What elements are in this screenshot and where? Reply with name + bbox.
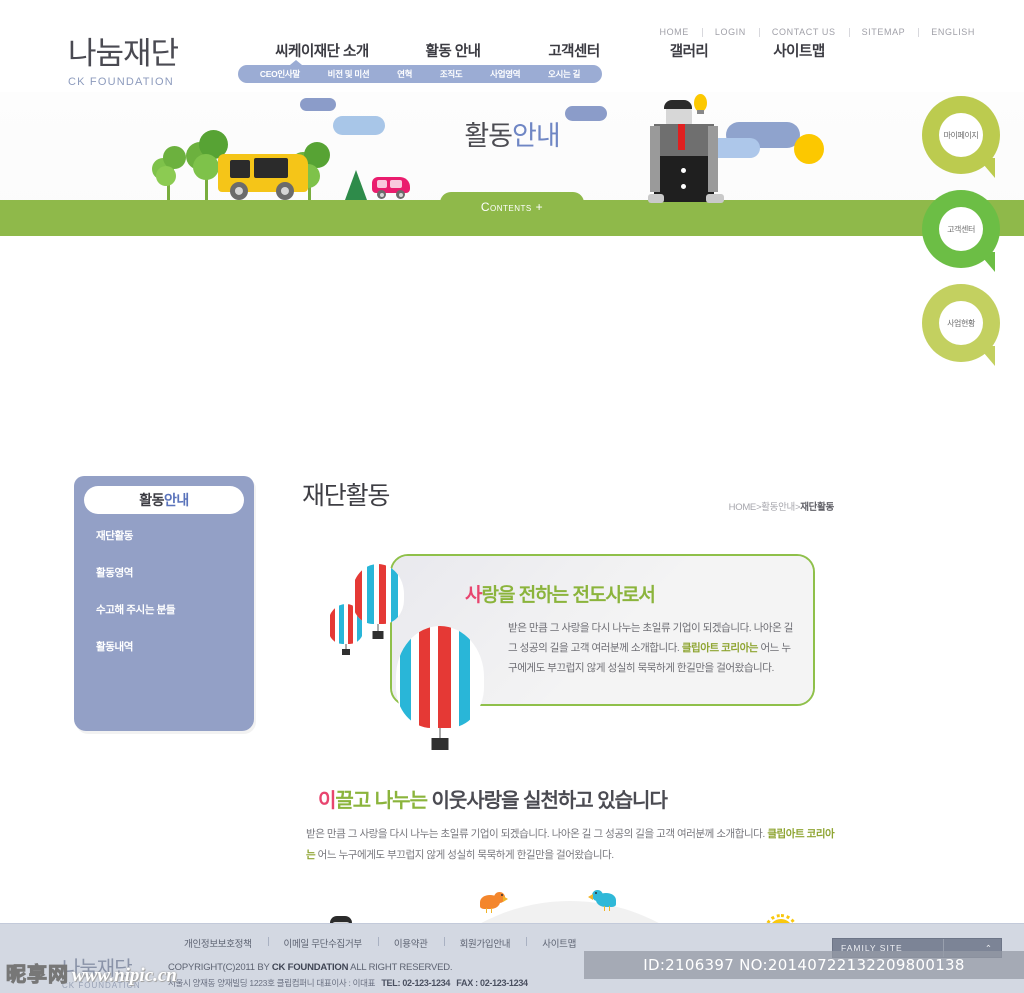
logo-subtitle: CK FOUNDATION	[68, 76, 174, 88]
submenu-bar: CEO인사말 비전 및 미션 연혁 조직도 사업영역 오시는 길	[238, 60, 602, 83]
bird-icon-blue	[588, 890, 618, 911]
site-logo[interactable]: 나눔재단 CK FOUNDATION	[68, 28, 179, 88]
submenu-item-business[interactable]: 사업영역	[490, 68, 520, 80]
copyright-brand: CK FOUNDATION	[271, 962, 349, 973]
quick-link-customer-center[interactable]: 고객센터	[922, 190, 1000, 272]
footer-link-sitemap[interactable]: 사이트맵	[526, 936, 592, 950]
banner-title-blue: 안내	[512, 121, 561, 151]
bubble-tail	[978, 252, 995, 272]
breadcrumb: HOME>활동안내>재단활동	[728, 499, 835, 513]
quick-link-business-status-label: 사업현황	[939, 301, 983, 345]
watermark-url: www.nipic.cn	[72, 965, 177, 986]
page-banner: 활동안내 Contents +	[0, 92, 1024, 222]
footer-link-terms[interactable]: 이용약관	[377, 936, 444, 950]
page-root: 나눔재단 CK FOUNDATION HOME LOGIN CONTACT US…	[0, 0, 1024, 993]
watermark-cn-text: 昵享网	[6, 962, 69, 987]
nav-item-activities[interactable]: 활동 안내	[392, 40, 514, 61]
section2-body-text: 받은 만큼 그 사랑을 다시 나누는 초일류 기업이 되겠습니다. 나아온 길 …	[306, 824, 838, 866]
sidebar-item-activity-area[interactable]: 활동영역	[96, 565, 254, 580]
sidebar-title-dark: 활동	[139, 492, 164, 508]
address-text: 서울시 양재동 양재빌딩 1223호 클립컴퍼니 대표이사 : 이대표	[168, 978, 376, 988]
util-link-home[interactable]: HOME	[646, 27, 701, 37]
nav-item-customer-center[interactable]: 고객센터	[514, 40, 634, 61]
card-heading-rest: 랑을 전하는 전도사로서	[481, 585, 655, 606]
sidebar-title-blue: 안내	[164, 492, 189, 508]
card-body-text: 받은 만큼 그 사랑을 다시 나누는 초일류 기업이 되겠습니다. 나아온 길 …	[508, 618, 798, 678]
util-link-login[interactable]: LOGIN	[701, 27, 759, 37]
banner-title-dark: 활동	[464, 121, 513, 151]
sidebar-title: 활동 안내	[84, 486, 244, 514]
footer-link-privacy[interactable]: 개인정보보호정책	[168, 936, 268, 950]
quick-link-customer-center-label: 고객센터	[939, 207, 983, 251]
contents-tab-button[interactable]: Contents +	[440, 192, 584, 222]
submenu-item-ceo[interactable]: CEO인사말	[260, 68, 300, 80]
copyright-suffix: ALL RIGHT RESERVED.	[348, 962, 453, 973]
section2-body-part2: 어느 누구에게도 부끄럽지 않게 성실히 묵묵하게 한길만을 걸어왔습니다.	[315, 849, 615, 861]
breadcrumb-current: 재단활동	[800, 502, 834, 513]
pink-car	[372, 174, 412, 200]
util-link-contact[interactable]: CONTACT US	[758, 27, 849, 37]
sidebar-item-contributors[interactable]: 수고해 주시는 분들	[96, 602, 254, 617]
util-link-sitemap[interactable]: SITEMAP	[848, 27, 919, 37]
bird-icon-orange	[480, 892, 508, 913]
section2-heading: 이끌고 나누는 이웃사랑을 실천하고 있습니다	[318, 784, 668, 813]
copyright-prefix: COPYRIGHT(C)2011 BY	[168, 962, 272, 973]
page-title: 재단활동	[302, 482, 390, 510]
submenu-item-history[interactable]: 연혁	[397, 68, 412, 80]
card-body-emphasis: 클립아트 코리아는	[681, 642, 759, 654]
utility-nav: HOME LOGIN CONTACT US SITEMAP ENGLISH	[646, 27, 988, 37]
submenu-item-directions[interactable]: 오시는 길	[548, 68, 580, 80]
footer-link-email-reject[interactable]: 이메일 무단수집거부	[267, 936, 378, 950]
hot-air-balloon-large	[396, 626, 484, 754]
cloud-icon	[300, 98, 336, 111]
footer-tel: TEL: 02-123-1234	[381, 978, 451, 988]
breadcrumb-path: HOME>활동안내>	[728, 502, 801, 513]
nav-item-gallery[interactable]: 갤러리	[634, 40, 744, 61]
logo-title: 나눔재단	[68, 36, 179, 72]
nav-item-sitemap[interactable]: 사이트맵	[744, 40, 854, 61]
quick-link-mypage-label: 마이페이지	[939, 113, 983, 157]
main-content: 활동 안내 재단활동 활동영역 수고해 주시는 분들 활동내역 재단활동 HOME…	[0, 236, 1024, 993]
submenu-item-org-chart[interactable]: 조직도	[440, 68, 463, 80]
section2-body-part1: 받은 만큼 그 사랑을 다시 나누는 초일류 기업이 되겠습니다. 나아온 길 …	[306, 828, 768, 840]
footer-links: 개인정보보호정책 이메일 무단수집거부 이용약관 회원가입안내 사이트맵	[168, 936, 592, 950]
bubble-tail	[978, 158, 995, 178]
card-heading-accent: 사	[465, 585, 483, 606]
watermark-nipic: 昵享网 www.nipic.cn	[6, 958, 177, 987]
watermark-id-bar: ID:2106397 NO:20140722132209800138	[584, 951, 1024, 979]
main-nav: 씨케이재단 소개 활동 안내 고객센터 갤러리 사이트맵	[252, 40, 854, 61]
sidebar-item-foundation-activity[interactable]: 재단활동	[96, 528, 254, 543]
footer-address: 서울시 양재동 양재빌딩 1223호 클립컴퍼니 대표이사 : 이대표 TEL:…	[168, 977, 528, 989]
card-heading: 사랑을 전하는 전도사로서	[465, 580, 656, 607]
sidebar-item-activity-history[interactable]: 활동내역	[96, 639, 254, 654]
site-header: 나눔재단 CK FOUNDATION HOME LOGIN CONTACT US…	[0, 0, 1024, 92]
copyright-text: COPYRIGHT(C)2011 BY CK FOUNDATION ALL RI…	[168, 962, 453, 973]
quick-link-business-status[interactable]: 사업현황	[922, 284, 1000, 366]
quick-link-mypage[interactable]: 마이페이지	[922, 96, 1000, 178]
green-divider-band	[0, 222, 1024, 236]
quick-menu: 마이페이지 고객센터 사업현황	[922, 96, 1000, 378]
section2-heading-dark: 이웃사랑을 실천하고 있습니다	[426, 790, 668, 812]
sidebar-menu: 재단활동 활동영역 수고해 주시는 분들 활동내역	[96, 528, 254, 654]
submenu-item-vision[interactable]: 비전 및 미션	[328, 68, 370, 80]
section2-heading-green: 끌고 나누는	[335, 790, 428, 812]
sidebar: 활동 안내 재단활동 활동영역 수고해 주시는 분들 활동내역	[74, 476, 254, 731]
bubble-tail	[978, 346, 995, 366]
section2-heading-accent: 이	[318, 790, 336, 812]
util-link-english[interactable]: ENGLISH	[918, 27, 988, 37]
pine-tree-icon	[345, 170, 367, 200]
nav-item-about[interactable]: 씨케이재단 소개	[252, 40, 392, 61]
footer-fax: FAX : 02-123-1234	[456, 978, 528, 988]
footer-link-membership[interactable]: 회원가입안내	[443, 936, 527, 950]
watermark-id-text: ID:2106397 NO:20140722132209800138	[643, 956, 965, 974]
banner-title: 활동안내	[0, 114, 1024, 153]
